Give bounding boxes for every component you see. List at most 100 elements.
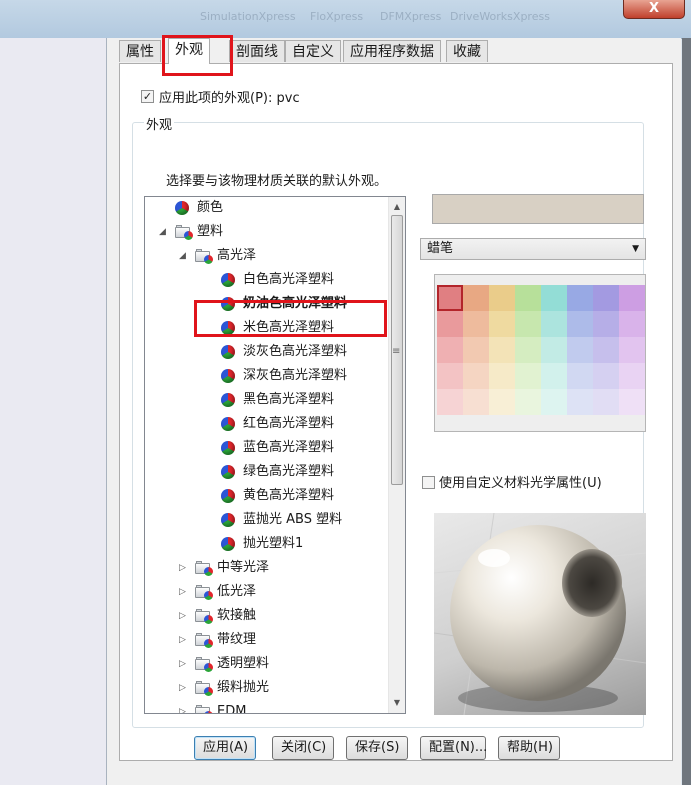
save-button[interactable]: 保存(S): [346, 736, 408, 760]
tree-item[interactable]: ▷ 中等光泽: [179, 557, 269, 579]
palette-swatch[interactable]: [489, 311, 515, 337]
appearance-ball-icon: [221, 416, 235, 431]
tree-item[interactable]: 抛光塑料1: [221, 533, 303, 555]
tree-item[interactable]: 红色高光泽塑料: [221, 413, 334, 435]
tab-custom[interactable]: 自定义: [285, 40, 341, 62]
palette-swatch[interactable]: [593, 311, 619, 337]
tree-item[interactable]: ▷ 低光泽: [179, 581, 256, 603]
scroll-up-arrow-icon[interactable]: ▲: [389, 199, 405, 215]
palette-swatch[interactable]: [515, 337, 541, 363]
tree-item[interactable]: 绿色高光泽塑料: [221, 461, 334, 483]
config-button[interactable]: 配置(N)...: [420, 736, 487, 760]
tree-item-label: 红色高光泽塑料: [243, 416, 335, 431]
palette-swatch[interactable]: [515, 363, 541, 389]
palette-swatch[interactable]: [463, 311, 489, 337]
tree-item[interactable]: ◢ 塑料: [159, 221, 224, 243]
tree-item[interactable]: 深灰色高光泽塑料: [221, 365, 347, 387]
palette-swatch[interactable]: [619, 337, 645, 363]
palette-swatch[interactable]: [463, 389, 489, 415]
tab-application-data[interactable]: 应用程序数据: [343, 40, 441, 62]
tree-item[interactable]: ▷ 带纹理: [179, 629, 256, 651]
palette-swatch[interactable]: [515, 285, 541, 311]
material-folder-icon: [195, 633, 213, 648]
palette-swatch[interactable]: [567, 285, 593, 311]
palette-swatch[interactable]: [541, 389, 567, 415]
appearance-ball-icon: [221, 392, 235, 407]
material-dialog: 属性 外观 剖面线 自定义 应用程序数据 收藏 ✓ 应用此项的外观(P): pv…: [107, 35, 681, 785]
collapse-arrow-icon[interactable]: ▷: [179, 653, 186, 675]
close-button[interactable]: 关闭(C): [272, 736, 334, 760]
collapse-arrow-icon[interactable]: ▷: [179, 581, 186, 603]
tree-item-label: 高光泽: [217, 248, 257, 263]
tree-item[interactable]: 白色高光泽塑料: [221, 269, 334, 291]
appearance-tree[interactable]: 颜色 ◢ 塑料 ◢ 高光泽 白色高光泽塑料 奶油色高光泽塑料 米色高光泽塑料 淡灰色高光泽塑料深…: [144, 196, 406, 714]
palette-swatch[interactable]: [437, 389, 463, 415]
palette-swatch[interactable]: [593, 337, 619, 363]
palette-swatch[interactable]: [541, 337, 567, 363]
tree-item[interactable]: 黄色高光泽塑料: [221, 485, 334, 507]
expand-arrow-icon[interactable]: ◢: [179, 245, 186, 267]
tree-item[interactable]: 蓝色高光泽塑料: [221, 437, 334, 459]
palette-swatch[interactable]: [437, 337, 463, 363]
expand-arrow-icon[interactable]: ◢: [159, 221, 166, 243]
palette-swatch[interactable]: [489, 285, 515, 311]
scroll-down-arrow-icon[interactable]: ▼: [389, 695, 405, 711]
tree-item[interactable]: ▷ 软接触: [179, 605, 256, 627]
tree-item[interactable]: ▷ 透明塑料: [179, 653, 270, 675]
tree-item-label: 颜色: [197, 200, 224, 215]
tree-item[interactable]: 淡灰色高光泽塑料: [221, 341, 347, 363]
apply-button[interactable]: 应用(A): [194, 736, 256, 760]
palette-swatch[interactable]: [489, 337, 515, 363]
palette-swatch[interactable]: [463, 285, 489, 311]
tree-item[interactable]: 颜色: [175, 197, 223, 219]
tab-properties[interactable]: 属性: [119, 40, 161, 62]
tree-item[interactable]: ▷ 缎料抛光: [179, 677, 269, 699]
palette-swatch[interactable]: [567, 337, 593, 363]
palette-select[interactable]: 蜡笔 ▼: [420, 238, 646, 260]
tree-item[interactable]: ◢ 高光泽: [179, 245, 257, 267]
tree-item-label: 塑料: [197, 224, 224, 239]
collapse-arrow-icon[interactable]: ▷: [179, 629, 186, 651]
custom-optical-checkbox[interactable]: [422, 476, 435, 489]
palette-swatch[interactable]: [541, 363, 567, 389]
palette-swatch[interactable]: [515, 389, 541, 415]
collapse-arrow-icon[interactable]: ▷: [179, 605, 186, 627]
palette-swatch[interactable]: [541, 285, 567, 311]
palette-swatch[interactable]: [515, 311, 541, 337]
tree-item[interactable]: 黑色高光泽塑料: [221, 389, 334, 411]
palette-swatch[interactable]: [463, 337, 489, 363]
tree-item-label: 透明塑料: [217, 656, 270, 671]
palette-swatch[interactable]: [489, 389, 515, 415]
appearance-group-title: 外观: [144, 114, 175, 133]
palette-swatch[interactable]: [463, 363, 489, 389]
collapse-arrow-icon[interactable]: ▷: [179, 701, 186, 713]
palette-swatch[interactable]: [619, 363, 645, 389]
help-button[interactable]: 帮助(H): [498, 736, 560, 760]
palette-swatch[interactable]: [437, 363, 463, 389]
collapse-arrow-icon[interactable]: ▷: [179, 557, 186, 579]
appearance-ball-icon: [221, 512, 235, 527]
palette-swatch[interactable]: [593, 363, 619, 389]
palette-swatch[interactable]: [437, 311, 463, 337]
palette-swatch[interactable]: [567, 363, 593, 389]
palette-swatch[interactable]: [567, 389, 593, 415]
palette-swatch[interactable]: [619, 311, 645, 337]
collapse-arrow-icon[interactable]: ▷: [179, 677, 186, 699]
palette-swatch[interactable]: [541, 311, 567, 337]
palette-swatch[interactable]: [593, 389, 619, 415]
palette-swatch[interactable]: [619, 285, 645, 311]
apply-appearance-checkbox[interactable]: ✓: [141, 90, 154, 103]
tree-item-label: 抛光塑料1: [243, 536, 304, 551]
tree-scrollbar[interactable]: ▲ ≡ ▼: [388, 197, 405, 713]
palette-swatch[interactable]: [619, 389, 645, 415]
palette-swatch[interactable]: [593, 285, 619, 311]
tab-crosshatch[interactable]: 剖面线: [229, 40, 285, 62]
tree-item[interactable]: ▷ EDM: [179, 701, 247, 714]
tab-favorites[interactable]: 收藏: [446, 40, 488, 62]
palette-swatch[interactable]: [437, 285, 463, 311]
window-close-button[interactable]: X: [623, 0, 685, 19]
tree-item[interactable]: 蓝抛光 ABS 塑料: [221, 509, 342, 531]
palette-swatch[interactable]: [567, 311, 593, 337]
tree-item-label: EDM: [217, 704, 247, 714]
palette-swatch[interactable]: [489, 363, 515, 389]
